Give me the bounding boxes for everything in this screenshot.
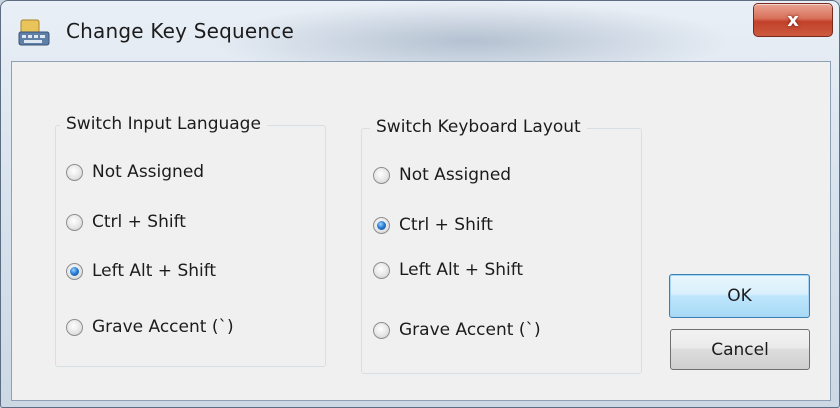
radio-button[interactable] [66,213,83,231]
radio-input-ctrl-shift[interactable]: Ctrl + Shift [66,212,186,232]
close-button[interactable]: x [753,3,833,37]
radio-label: Left Alt + Shift [92,261,217,281]
radio-layout-grave-accent[interactable]: Grave Accent (`) [373,320,541,340]
dialog-client-area: Switch Input Language Not Assigned Ctrl … [11,61,831,401]
radio-layout-left-alt-shift[interactable]: Left Alt + Shift [373,260,523,280]
title-bar[interactable]: Change Key Sequence x [1,1,839,61]
radio-input-grave-accent[interactable]: Grave Accent (`) [66,317,234,337]
keyboard-icon [18,19,50,46]
group-label-input-language: Switch Input Language [60,114,267,134]
radio-button-checked[interactable] [373,216,390,234]
radio-label: Not Assigned [92,162,205,182]
ok-button[interactable]: OK [669,274,810,318]
radio-label: Ctrl + Shift [92,212,186,232]
radio-layout-ctrl-shift[interactable]: Ctrl + Shift [373,215,493,235]
radio-label: Ctrl + Shift [399,215,493,235]
radio-layout-not-assigned[interactable]: Not Assigned [373,165,511,185]
radio-input-left-alt-shift[interactable]: Left Alt + Shift [66,261,216,281]
radio-button[interactable] [66,318,83,336]
window-title: Change Key Sequence [66,19,294,43]
radio-button[interactable] [373,166,390,184]
radio-label: Not Assigned [399,165,512,185]
radio-button[interactable] [66,163,83,181]
group-label-keyboard-layout: Switch Keyboard Layout [370,117,587,137]
radio-button[interactable] [373,321,390,339]
close-icon: x [787,9,799,31]
radio-button-checked[interactable] [66,262,83,280]
radio-label: Grave Accent (`) [92,317,234,337]
radio-input-not-assigned[interactable]: Not Assigned [66,162,204,182]
radio-button[interactable] [373,261,390,279]
switch-input-language-group: Switch Input Language Not Assigned Ctrl … [55,114,326,367]
switch-keyboard-layout-group: Switch Keyboard Layout Not Assigned Ctrl… [361,117,642,374]
radio-label: Grave Accent (`) [399,320,541,340]
cancel-button[interactable]: Cancel [670,329,810,370]
radio-label: Left Alt + Shift [399,260,524,280]
dialog-window: Change Key Sequence x Switch Input Langu… [0,0,840,408]
